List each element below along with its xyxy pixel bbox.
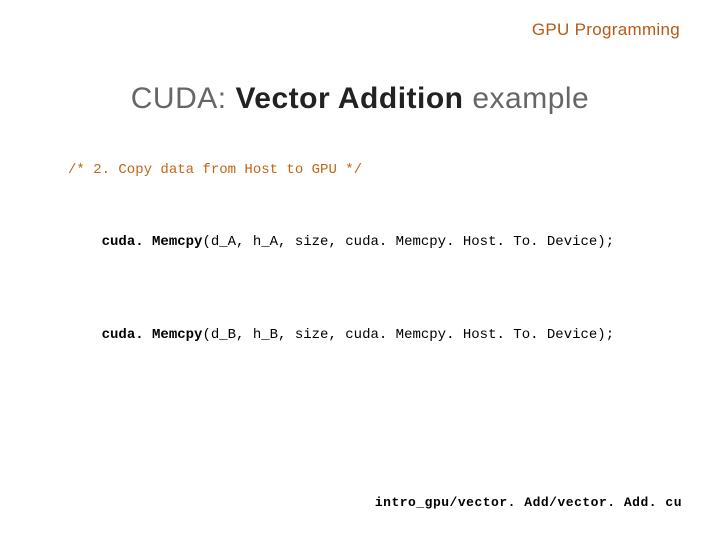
title-main: Vector Addition — [235, 82, 463, 115]
code-spacer — [68, 282, 670, 304]
code-fn-2: cuda. Memcpy — [102, 327, 203, 343]
title-prefix: CUDA: — [131, 82, 236, 115]
slide-title: CUDA: Vector Addition example — [0, 82, 720, 116]
topic-label: GPU Programming — [532, 20, 680, 40]
code-fn-1: cuda. Memcpy — [102, 234, 203, 250]
code-rest-2: (d_B, h_B, size, cuda. Memcpy. Host. To.… — [202, 327, 614, 343]
code-comment: /* 2. Copy data from Host to GPU */ — [68, 160, 670, 181]
code-rest-1: (d_A, h_A, size, cuda. Memcpy. Host. To.… — [202, 234, 614, 250]
code-line-1: cuda. Memcpy(d_A, h_A, size, cuda. Memcp… — [68, 211, 670, 274]
title-suffix: example — [464, 82, 590, 115]
code-spacer — [68, 189, 670, 211]
source-file-path: intro_gpu/vector. Add/vector. Add. cu — [375, 495, 682, 510]
code-line-2: cuda. Memcpy(d_B, h_B, size, cuda. Memcp… — [68, 304, 670, 367]
code-block: /* 2. Copy data from Host to GPU */ cuda… — [68, 160, 670, 375]
